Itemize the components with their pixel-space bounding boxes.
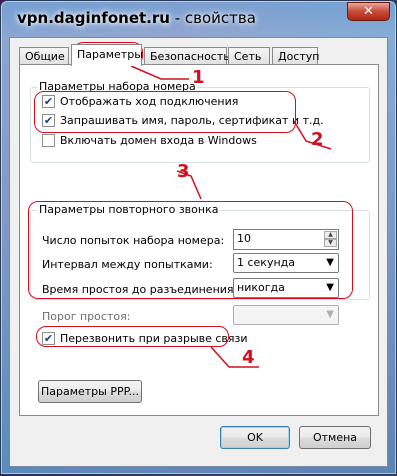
- tab-parameters[interactable]: Параметры: [71, 44, 143, 66]
- annotation-number-3: 3: [177, 161, 190, 182]
- annotation-number-2: 2: [311, 129, 324, 150]
- annotation-number-1: 1: [192, 67, 205, 88]
- leader-line-1: [130, 65, 189, 80]
- properties-window: vpn.daginfonet.ru - свойства ✕ Общие Пар…: [0, 0, 397, 475]
- annotation-number-4: 4: [242, 347, 255, 368]
